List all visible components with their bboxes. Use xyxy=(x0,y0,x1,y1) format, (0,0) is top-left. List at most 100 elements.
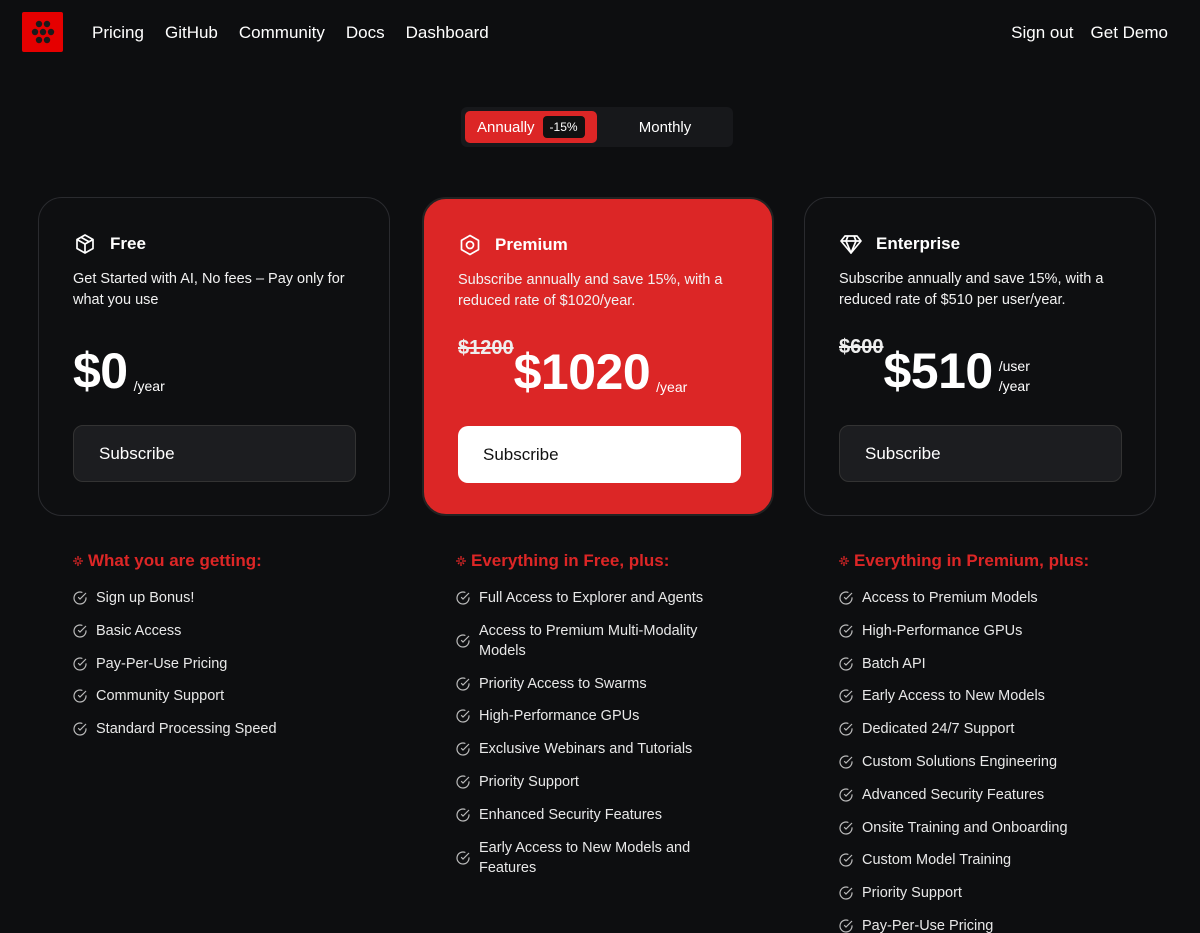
feature-item: Enhanced Security Features xyxy=(455,805,735,825)
check-circle-icon xyxy=(455,850,471,866)
feature-list: Sign up Bonus! Basic Access Pay-Per-Use Pr… xyxy=(72,588,372,739)
check-circle-icon xyxy=(455,633,471,649)
plan-price: $1020 xyxy=(513,344,651,400)
check-circle-icon xyxy=(455,741,471,757)
features-premium: Everything in Free, plus: Full Access to… xyxy=(455,550,735,890)
feature-item: Pay-Per-Use Pricing xyxy=(72,654,372,674)
toggle-annually[interactable]: Annually -15% xyxy=(465,111,597,143)
nav-link-community[interactable]: Community xyxy=(239,22,325,44)
check-circle-icon xyxy=(455,807,471,823)
feature-label: Priority Support xyxy=(479,773,579,790)
feature-label: Exclusive Webinars and Tutorials xyxy=(479,741,693,758)
feature-item: Community Support xyxy=(72,686,372,706)
subscribe-button-premium[interactable]: Subscribe xyxy=(458,426,741,483)
feature-label: Sign up Bonus! xyxy=(96,590,195,606)
feature-label: Early Access to New Models and Features xyxy=(479,839,691,876)
diamond-icon xyxy=(839,232,863,256)
feature-item: Basic Access xyxy=(72,621,372,641)
top-navbar: Pricing GitHub Community Docs Dashboard … xyxy=(0,0,1200,66)
features-heading: What you are getting: xyxy=(88,551,262,570)
plan-description: Subscribe annually and save 15%, with a … xyxy=(839,271,1104,308)
price-period: /year xyxy=(656,379,688,395)
feature-label: Batch API xyxy=(862,655,926,672)
check-circle-icon xyxy=(72,688,88,704)
nav-link-github[interactable]: GitHub xyxy=(165,22,218,44)
check-circle-icon xyxy=(838,623,854,639)
price-row: $1200 $1020 /year xyxy=(458,337,687,397)
plan-price: $510 xyxy=(883,343,994,399)
check-circle-icon xyxy=(838,656,854,672)
check-circle-icon xyxy=(838,754,854,770)
check-circle-icon xyxy=(838,721,854,737)
feature-label: Dedicated 24/7 Support xyxy=(862,721,1015,738)
feature-label: Pay-Per-Use Pricing xyxy=(96,655,228,672)
feature-label: Advanced Security Features xyxy=(862,786,1045,803)
plan-name: Enterprise xyxy=(876,234,961,253)
check-circle-icon xyxy=(838,787,854,803)
price-period: /user /year xyxy=(999,356,1030,396)
sign-out-link[interactable]: Sign out xyxy=(1011,22,1073,44)
plan-name: Premium xyxy=(495,235,568,254)
features-heading: Everything in Premium, plus: xyxy=(854,551,1090,570)
plan-card-premium: Premium Subscribe annually and save 15%,… xyxy=(422,197,774,516)
feature-label: Access to Premium Multi-Modality Models xyxy=(479,622,698,659)
check-circle-icon xyxy=(455,676,471,692)
subscribe-button-free[interactable]: Subscribe xyxy=(73,425,356,482)
logo[interactable] xyxy=(22,12,63,52)
feature-item: Onsite Training and Onboarding xyxy=(838,818,1138,838)
feature-label: Priority Access to Swarms xyxy=(479,675,647,692)
nav-link-pricing[interactable]: Pricing xyxy=(92,22,144,44)
sparkle-icon xyxy=(838,555,850,567)
subscribe-button-enterprise[interactable]: Subscribe xyxy=(839,425,1122,482)
price-period: /year xyxy=(133,378,165,394)
toggle-monthly[interactable]: Monthly xyxy=(601,111,729,143)
price-period-user: /user xyxy=(998,358,1030,374)
feature-item: Custom Model Training xyxy=(838,850,1138,870)
features-heading: Everything in Free, plus: xyxy=(471,551,670,570)
feature-item: Access to Premium Multi-Modality Models xyxy=(455,621,735,661)
toggle-annually-label: Annually xyxy=(477,118,535,136)
plan-card-enterprise: Enterprise Subscribe annually and save 1… xyxy=(804,197,1156,516)
check-circle-icon xyxy=(838,852,854,868)
get-demo-link[interactable]: Get Demo xyxy=(1091,22,1168,44)
feature-item: Custom Solutions Engineering xyxy=(838,752,1138,772)
check-circle-icon xyxy=(455,708,471,724)
feature-label: Community Support xyxy=(96,688,225,705)
feature-label: Pay-Per-Use Pricing xyxy=(862,917,994,933)
check-circle-icon xyxy=(455,590,471,606)
discount-badge: -15% xyxy=(542,116,585,138)
feature-label: Full Access to Explorer and Agents xyxy=(479,590,704,606)
feature-item: Priority Support xyxy=(838,883,1138,903)
feature-item: Pay-Per-Use Pricing xyxy=(838,916,1138,933)
hexagon-nut-icon xyxy=(458,233,482,257)
check-circle-icon xyxy=(838,820,854,836)
old-price: $600 xyxy=(839,336,884,358)
price-row: $0 /year xyxy=(73,336,165,396)
sparkle-icon xyxy=(455,555,467,567)
feature-item: Full Access to Explorer and Agents xyxy=(455,588,735,608)
feature-item: Priority Access to Swarms xyxy=(455,674,735,694)
feature-item: Access to Premium Models xyxy=(838,588,1138,608)
features-free: What you are getting: Sign up Bonus! Basi… xyxy=(72,550,372,752)
feature-item: Sign up Bonus! xyxy=(72,588,372,608)
check-circle-icon xyxy=(455,774,471,790)
hexagon-cluster-logo-icon xyxy=(31,20,54,44)
nav-link-docs[interactable]: Docs xyxy=(346,22,385,44)
plan-description: Subscribe annually and save 15%, with a … xyxy=(458,272,723,309)
feature-label: Enhanced Security Features xyxy=(479,806,662,823)
sparkle-icon xyxy=(72,555,84,567)
feature-label: Early Access to New Models xyxy=(862,688,1045,705)
check-circle-icon xyxy=(72,656,88,672)
feature-label: Priority Support xyxy=(862,885,962,902)
check-circle-icon xyxy=(838,885,854,901)
check-circle-icon xyxy=(72,623,88,639)
feature-label: Basic Access xyxy=(96,622,182,639)
feature-list: Access to Premium Models High-Performance… xyxy=(838,588,1138,933)
price-row: $600 $510 /user /year xyxy=(839,336,1030,396)
features-enterprise: Everything in Premium, plus: Access to P… xyxy=(838,550,1138,933)
feature-item: Dedicated 24/7 Support xyxy=(838,719,1138,739)
nav-link-dashboard[interactable]: Dashboard xyxy=(406,22,489,44)
plan-price: $0 xyxy=(73,343,128,399)
feature-item: Standard Processing Speed xyxy=(72,719,372,739)
nav-links: Pricing GitHub Community Docs Dashboard xyxy=(92,22,510,44)
